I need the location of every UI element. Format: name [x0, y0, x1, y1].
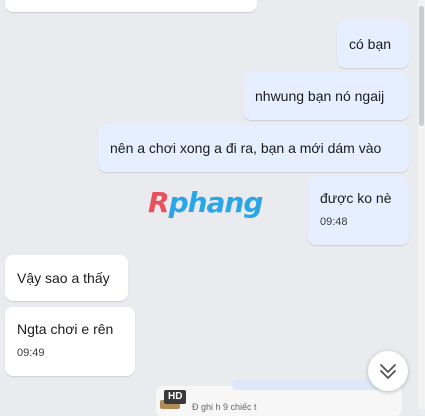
- scrollbar-thumb[interactable]: [419, 6, 424, 126]
- attachment-preview-strip: [232, 380, 382, 390]
- attachment-caption: Đ ghi h 9 chiếc t: [192, 402, 257, 412]
- scrollbar[interactable]: [418, 0, 425, 409]
- message-text: nhwung bạn nó ngaij: [255, 88, 385, 104]
- message-bubble-outgoing[interactable]: được ko nè 09:48: [308, 176, 409, 245]
- message-text: Ngta chơi e rên: [17, 321, 114, 337]
- hd-badge: HD: [164, 390, 187, 404]
- scroll-to-bottom-button[interactable]: [368, 351, 408, 391]
- message-bubble-incoming[interactable]: Vậy sao a thấy: [5, 255, 128, 301]
- chat-message-list[interactable]: có bạn nhwung bạn nó ngaij nên a chơi xo…: [0, 0, 418, 416]
- message-text: được ko nè: [320, 190, 392, 206]
- message-timestamp: 09:49: [17, 347, 45, 359]
- message-bubble-outgoing[interactable]: có bạn: [337, 20, 409, 68]
- message-text: Vậy sao a thấy: [17, 270, 110, 286]
- message-bubble-outgoing[interactable]: nhwung bạn nó ngaij: [243, 72, 409, 120]
- message-bubble-incoming-partial[interactable]: [5, 0, 257, 12]
- message-bubble-incoming[interactable]: Ngta chơi e rên 09:49: [5, 307, 135, 376]
- message-text: nên a chơi xong a đi ra, bạn a mới dám v…: [110, 140, 382, 156]
- message-timestamp: 09:48: [320, 216, 348, 228]
- watermark-logo: Rphang: [148, 186, 263, 219]
- message-bubble-outgoing[interactable]: nên a chơi xong a đi ra, bạn a mới dám v…: [98, 124, 409, 172]
- message-text: có bạn: [349, 36, 392, 52]
- double-chevron-down-icon: [380, 364, 396, 379]
